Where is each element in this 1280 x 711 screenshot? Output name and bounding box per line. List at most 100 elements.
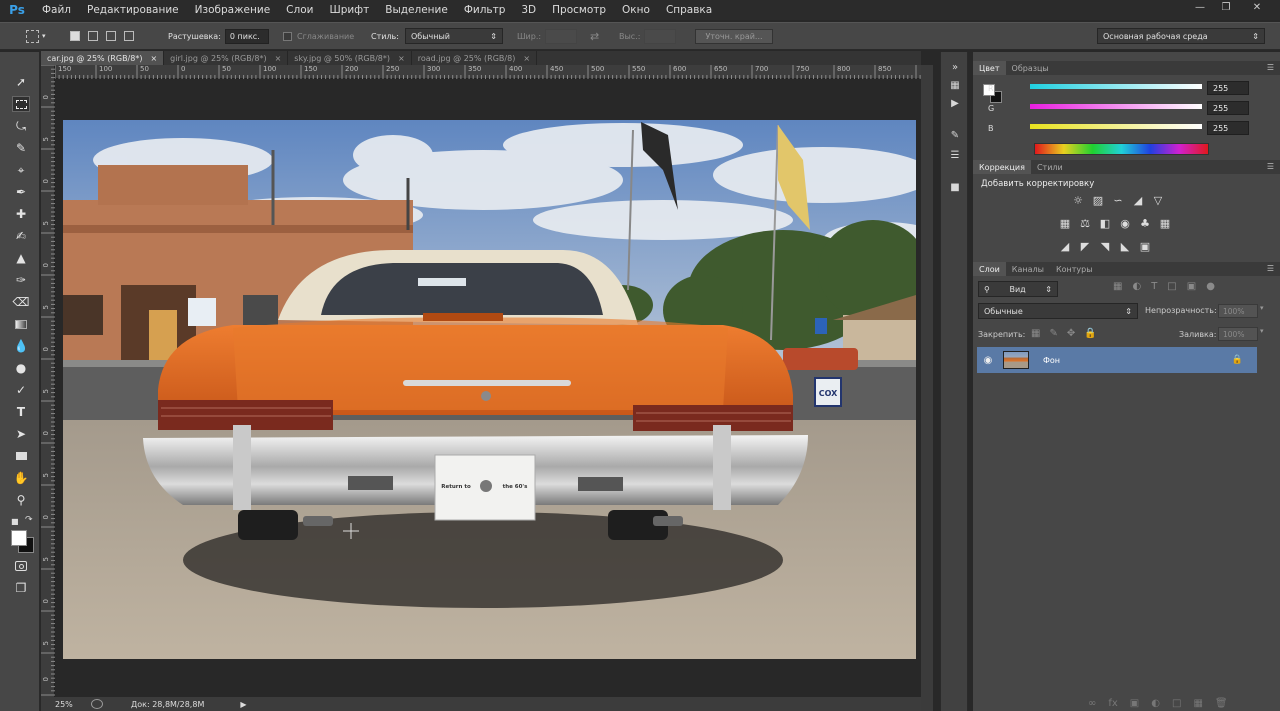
rect-marquee-tool-icon[interactable]: [12, 96, 30, 112]
color-balance-icon[interactable]: ⚖: [1078, 216, 1092, 230]
brightness-icon[interactable]: ☼: [1071, 193, 1085, 207]
new-adjustment-icon[interactable]: ◐: [1151, 698, 1160, 709]
history-brush-tool-icon[interactable]: ✑: [12, 272, 30, 288]
delete-layer-icon[interactable]: 🗑: [1215, 698, 1228, 709]
collapse-icon[interactable]: »: [947, 60, 963, 74]
lock-position-icon[interactable]: ✥: [1067, 328, 1075, 339]
menu-select[interactable]: Выделение: [377, 0, 456, 20]
panel-menu-icon[interactable]: ☰: [1267, 264, 1274, 273]
posterize-icon[interactable]: ◤: [1078, 239, 1092, 253]
close-icon[interactable]: ×: [150, 54, 157, 63]
feather-input[interactable]: 0 пикс.: [224, 28, 269, 44]
clone-stamp-tool-icon[interactable]: ▲: [12, 250, 30, 266]
triangle-right-icon[interactable]: ▶: [240, 700, 246, 709]
panel-menu-icon[interactable]: ☰: [1267, 63, 1274, 72]
menu-layers[interactable]: Слои: [278, 0, 321, 20]
vertical-ruler[interactable]: 0 5 0 5 0 5 0 5 0 5 0 5 0 5 0: [41, 65, 55, 697]
filter-type-icon[interactable]: T: [1151, 281, 1157, 292]
eye-icon[interactable]: ◉: [977, 355, 999, 366]
height-input[interactable]: [644, 28, 677, 44]
width-input[interactable]: [545, 28, 578, 44]
crop-tool-icon[interactable]: ⌖: [12, 162, 30, 178]
levels-icon[interactable]: ▨: [1091, 193, 1105, 207]
color-spectrum-bar[interactable]: [1034, 143, 1209, 155]
refine-edge-button[interactable]: Уточн. край...: [695, 28, 773, 44]
opacity-input[interactable]: 100%: [1218, 304, 1258, 318]
type-tool-icon[interactable]: T: [12, 404, 30, 420]
horizontal-ruler[interactable]: 150 100 50 0 50 100 150 200 250 300 350 …: [55, 65, 921, 79]
lasso-tool-icon[interactable]: ⤿: [12, 118, 30, 134]
channel-b-slider[interactable]: [1030, 120, 1202, 132]
channel-b-value[interactable]: 255: [1207, 121, 1249, 135]
new-selection-icon[interactable]: [70, 31, 80, 41]
fill-input[interactable]: 100%: [1218, 327, 1258, 341]
antialias-checkbox[interactable]: [283, 31, 292, 41]
invert-icon[interactable]: ◢: [1058, 239, 1072, 253]
link-layers-icon[interactable]: ∞: [1088, 698, 1096, 709]
chevron-down-icon[interactable]: ▾: [1260, 304, 1264, 312]
subtract-selection-icon[interactable]: [106, 31, 116, 41]
brush-panel-icon[interactable]: ☰: [947, 148, 963, 162]
filter-smart-icon[interactable]: ▣: [1187, 281, 1196, 292]
quick-mask-icon[interactable]: [12, 558, 30, 574]
eyedropper-tool-icon[interactable]: ✒: [12, 184, 30, 200]
foreground-color-swatch[interactable]: [11, 530, 27, 546]
gradient-map-icon[interactable]: ◣: [1118, 239, 1132, 253]
doc-tab-sky[interactable]: sky.jpg @ 50% (RGB/8*) ×: [288, 51, 412, 65]
history-icon[interactable]: ▦: [947, 78, 963, 92]
swap-icon[interactable]: ⇄: [590, 23, 599, 49]
tab-layers[interactable]: Слои: [973, 262, 1006, 276]
chevron-down-icon[interactable]: ▾: [1260, 327, 1264, 335]
threshold-icon[interactable]: ◥: [1098, 239, 1112, 253]
vertical-scrollbar[interactable]: [921, 65, 933, 711]
lock-paint-icon[interactable]: ✎: [1049, 328, 1057, 339]
actions-icon[interactable]: ▶: [947, 96, 963, 110]
filter-toggle-icon[interactable]: ●: [1206, 281, 1215, 292]
channel-r-value[interactable]: 255: [1207, 81, 1249, 95]
menu-filter[interactable]: Фильтр: [456, 0, 514, 20]
pen-tool-icon[interactable]: ✓: [12, 382, 30, 398]
zoom-level[interactable]: 25%: [41, 700, 85, 709]
blend-mode-select[interactable]: Обычные ⇕: [978, 303, 1138, 319]
restore-icon[interactable]: ❐: [1214, 0, 1238, 14]
default-colors-icon[interactable]: ■: [11, 517, 19, 526]
channel-mixer-icon[interactable]: ♣: [1138, 216, 1152, 230]
curves-icon[interactable]: ∽: [1111, 193, 1125, 207]
doc-tab-car[interactable]: car.jpg @ 25% (RGB/8*) ×: [41, 51, 165, 65]
menu-image[interactable]: Изображение: [187, 0, 279, 20]
channel-g-slider[interactable]: [1030, 100, 1202, 112]
doc-tab-road[interactable]: road.jpg @ 25% (RGB/8) ×: [412, 51, 538, 65]
doc-tab-girl[interactable]: girl.jpg @ 25% (RGB/8*) ×: [164, 51, 289, 65]
new-group-icon[interactable]: □: [1172, 698, 1181, 709]
blur-tool-icon[interactable]: 💧: [12, 338, 30, 354]
dodge-tool-icon[interactable]: ●: [12, 360, 30, 376]
path-select-tool-icon[interactable]: ➤: [12, 426, 30, 442]
layer-row-background[interactable]: ◉ Фон 🔒: [977, 347, 1257, 373]
new-layer-icon[interactable]: ▦: [1193, 698, 1202, 709]
close-icon[interactable]: ×: [523, 54, 530, 63]
menu-help[interactable]: Справка: [658, 0, 720, 20]
clone-source-icon[interactable]: ■: [947, 180, 963, 194]
tab-adjustments[interactable]: Коррекция: [973, 160, 1031, 174]
intersect-selection-icon[interactable]: [124, 31, 134, 41]
menu-file[interactable]: Файл: [34, 0, 79, 20]
quick-select-tool-icon[interactable]: ✎: [12, 140, 30, 156]
move-tool-icon[interactable]: ➚: [12, 74, 30, 90]
close-icon[interactable]: ✕: [1240, 0, 1274, 14]
gradient-tool-icon[interactable]: [12, 316, 30, 332]
color-lookup-icon[interactable]: ▦: [1158, 216, 1172, 230]
black-white-icon[interactable]: ◧: [1098, 216, 1112, 230]
marquee-tool-preset[interactable]: ▾: [26, 23, 46, 49]
menu-edit[interactable]: Редактирование: [79, 0, 187, 20]
healing-brush-tool-icon[interactable]: ✚: [12, 206, 30, 222]
lock-all-icon[interactable]: 🔒: [1084, 328, 1096, 339]
channel-r-slider[interactable]: [1030, 80, 1202, 92]
tab-paths[interactable]: Контуры: [1050, 262, 1099, 276]
photo-filter-icon[interactable]: ◉: [1118, 216, 1132, 230]
brush-tool-icon[interactable]: ✍: [12, 228, 30, 244]
screen-mode-icon[interactable]: ❐: [12, 580, 30, 596]
close-icon[interactable]: ×: [275, 54, 282, 63]
eraser-tool-icon[interactable]: ⌫: [12, 294, 30, 310]
workspace-select[interactable]: Основная рабочая среда ⇕: [1097, 28, 1265, 44]
lock-transparent-icon[interactable]: ▦: [1031, 328, 1040, 339]
